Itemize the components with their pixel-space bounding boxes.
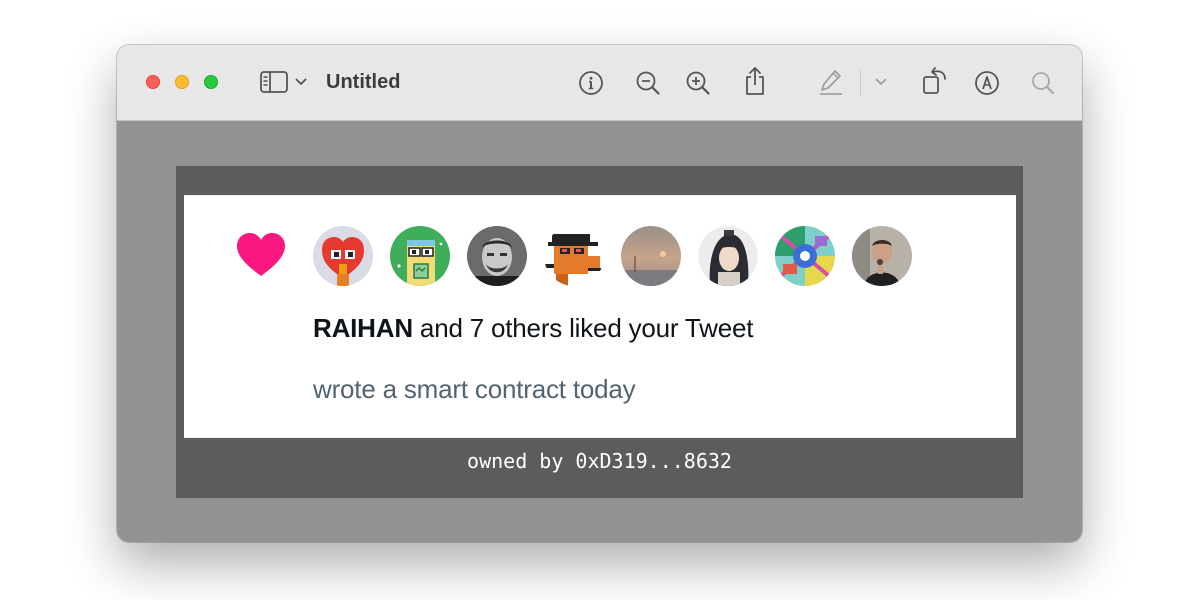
markup-pen-icon[interactable] [817,67,845,97]
avatar-2[interactable] [390,226,450,286]
notification-card: RAIHAN and 7 others liked your Tweet wro… [184,195,1016,438]
avatar-8[interactable] [852,226,912,286]
preview-window: Untitled RAIHAN and 7 others liked your … [117,45,1082,542]
info-icon[interactable] [577,69,605,97]
rotate-icon[interactable] [921,65,949,97]
zoom-in-icon[interactable] [684,69,712,97]
liker-name[interactable]: RAIHAN [313,313,413,343]
document-canvas: RAIHAN and 7 others liked your Tweet wro… [176,166,1023,498]
search-icon[interactable] [1029,69,1057,97]
liked-message: RAIHAN and 7 others liked your Tweet [313,313,754,344]
owner-caption: owned by 0xD319...8632 [467,449,732,473]
avatar-7[interactable] [775,226,835,286]
avatar-4[interactable] [544,226,604,286]
minimize-window-button[interactable] [175,75,189,89]
sidebar-toggle-icon[interactable] [259,69,289,95]
avatar-3[interactable] [467,226,527,286]
avatar-1[interactable] [313,226,373,286]
toolbar-divider [860,69,861,97]
share-icon[interactable] [741,65,769,97]
zoom-out-icon[interactable] [634,69,662,97]
fullscreen-window-button[interactable] [204,75,218,89]
chevron-down-icon[interactable] [874,76,888,88]
heart-icon [236,232,286,278]
avatar-5[interactable] [621,226,681,286]
avatar-6[interactable] [698,226,758,286]
chevron-down-icon[interactable] [294,75,308,89]
tweet-text[interactable]: wrote a smart contract today [313,374,636,405]
annotate-icon[interactable] [973,69,1001,97]
window-title: Untitled [326,71,401,93]
close-window-button[interactable] [146,75,160,89]
titlebar: Untitled [117,45,1082,121]
liked-text: and 7 others liked your Tweet [412,313,754,343]
